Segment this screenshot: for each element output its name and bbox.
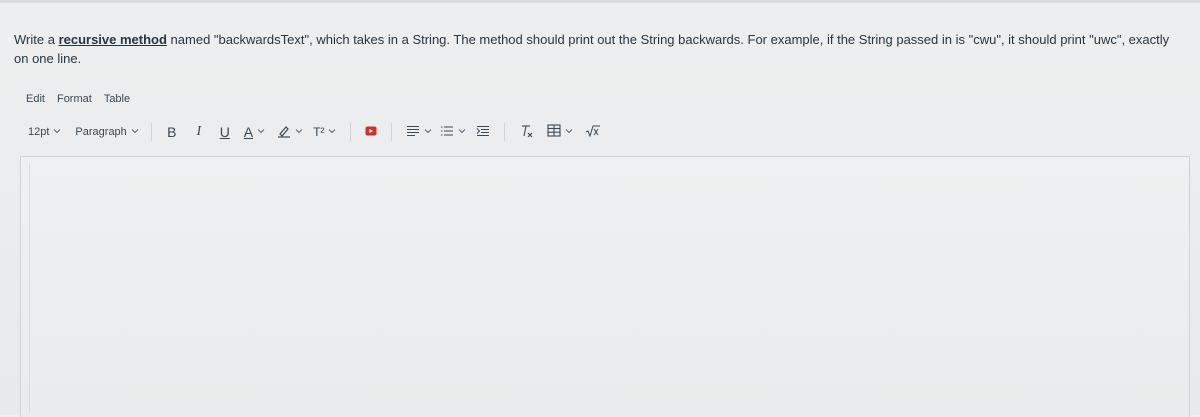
font-size-dropdown[interactable]: 12pt <box>28 122 61 142</box>
editor-menubar: Edit Format Table <box>26 93 130 105</box>
chevron-down-icon <box>131 127 139 135</box>
equation-button[interactable] <box>585 122 601 142</box>
table-icon <box>547 124 562 140</box>
top-divider <box>0 0 1200 3</box>
rich-text-editor[interactable] <box>20 156 1190 417</box>
paragraph-format-dropdown[interactable]: Paragraph <box>75 122 139 142</box>
font-size-value: 12pt <box>28 126 50 138</box>
align-icon <box>406 125 420 140</box>
chevron-down-icon <box>53 127 61 135</box>
indent-button[interactable] <box>476 122 490 142</box>
toolbar-separator <box>391 123 393 141</box>
chevron-down-icon <box>424 127 432 135</box>
chevron-down-icon <box>328 127 336 135</box>
paragraph-format-value: Paragraph <box>75 126 127 138</box>
bold-icon: B <box>167 124 177 140</box>
chevron-down-icon <box>565 127 573 135</box>
highlight-color-button[interactable] <box>277 122 303 142</box>
bold-button[interactable]: B <box>164 122 180 142</box>
superscript-icon: T² <box>313 125 325 139</box>
question-prefix: Write a <box>14 32 59 47</box>
chevron-down-icon <box>257 127 265 135</box>
indent-icon <box>476 125 490 140</box>
menu-edit[interactable]: Edit <box>26 93 45 105</box>
chevron-down-icon <box>295 127 303 135</box>
align-dropdown[interactable] <box>406 122 432 142</box>
editor-toolbar: 12pt Paragraph B I U A T² <box>28 122 601 142</box>
underline-icon: U <box>219 124 230 140</box>
toolbar-separator <box>504 123 506 141</box>
toolbar-separator <box>150 123 152 141</box>
menu-table[interactable]: Table <box>104 93 130 105</box>
superscript-button[interactable]: T² <box>313 122 336 142</box>
media-button[interactable] <box>365 122 377 142</box>
highlight-icon <box>277 124 291 141</box>
text-color-icon: A <box>243 124 254 140</box>
clear-format-icon <box>519 124 533 141</box>
underline-button[interactable]: U <box>218 122 232 142</box>
recursive-method-link[interactable]: recursive method <box>59 32 167 47</box>
toolbar-separator <box>350 123 352 141</box>
question-suffix: named "backwardsText", which takes in a … <box>14 32 1170 66</box>
media-icon <box>365 125 377 140</box>
list-icon <box>440 125 454 140</box>
italic-icon: I <box>196 124 202 139</box>
question-prompt: Write a recursive method named "backward… <box>14 30 1184 68</box>
text-color-button[interactable]: A <box>244 122 265 142</box>
italic-button[interactable]: I <box>192 122 206 142</box>
menu-format[interactable]: Format <box>57 93 92 105</box>
clear-formatting-button[interactable] <box>519 122 533 142</box>
editor-content-area[interactable] <box>29 163 1180 413</box>
list-dropdown[interactable] <box>440 122 466 142</box>
equation-icon <box>585 125 601 140</box>
table-dropdown[interactable] <box>547 122 573 142</box>
chevron-down-icon <box>458 127 466 135</box>
